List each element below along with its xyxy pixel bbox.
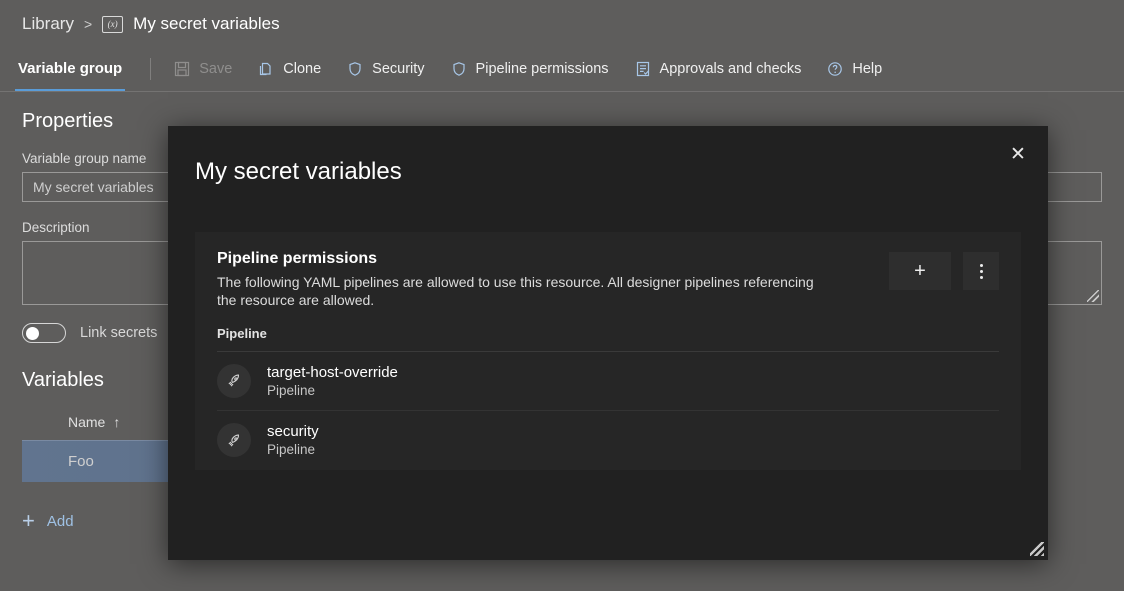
pipeline-permissions-dialog: ✕ My secret variables Pipeline permissio… [168,126,1048,560]
pipeline-column-header: Pipeline [217,326,999,352]
card-description: The following YAML pipelines are allowed… [217,274,814,309]
dialog-title: My secret variables [195,158,402,185]
card-header-text: Pipeline permissions The following YAML … [217,250,889,310]
list-item[interactable]: target-host-override Pipeline [217,352,999,411]
list-item-text: security Pipeline [267,423,319,457]
rocket-icon [217,363,251,398]
dialog-overlay: ✕ My secret variables Pipeline permissio… [0,0,1124,591]
pipeline-permissions-card: Pipeline permissions The following YAML … [195,232,1021,470]
more-actions-button[interactable] [963,252,999,290]
dialog-body: Pipeline permissions The following YAML … [168,186,1048,470]
dialog-resize-grip-icon[interactable] [1030,542,1044,556]
rocket-icon [217,423,251,458]
close-icon[interactable]: ✕ [1002,138,1034,170]
list-item-text: target-host-override Pipeline [267,364,398,398]
card-title: Pipeline permissions [217,250,378,267]
card-actions: + [889,250,999,290]
pipeline-type: Pipeline [267,442,316,458]
pipeline-type: Pipeline [267,382,316,398]
pipeline-name: security [267,423,319,441]
list-item[interactable]: security Pipeline [217,411,999,470]
add-pipeline-button[interactable]: + [889,252,951,290]
plus-icon: + [914,260,926,282]
card-header: Pipeline permissions The following YAML … [217,250,999,310]
more-vertical-icon [979,263,983,279]
pipeline-name: target-host-override [267,363,398,381]
